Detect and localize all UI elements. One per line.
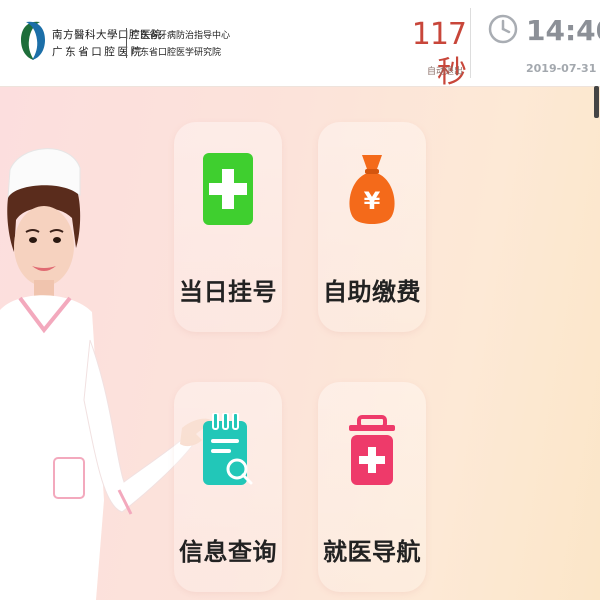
info-query-label: 信息查询 <box>179 538 277 566</box>
hospital-logo-icon <box>21 21 45 61</box>
money-bag-yen-icon: ¥ <box>349 155 395 224</box>
scrollbar-handle[interactable] <box>594 86 599 118</box>
registration-button[interactable]: 当日挂号 <box>174 122 282 332</box>
auto-exit-label: 自动退出 <box>426 67 463 77</box>
self-payment-button[interactable]: ¥ 自助缴费 <box>318 122 426 332</box>
current-time: 14:40 <box>526 14 600 47</box>
self-payment-label: 自助缴费 <box>323 278 421 306</box>
medical-kit-icon <box>349 415 395 485</box>
header-divider <box>470 8 471 78</box>
plus-cross-icon <box>203 153 253 225</box>
current-date: 2019-07-31 <box>526 62 597 75</box>
medical-navigation-label: 就医导航 <box>323 538 421 566</box>
clock-icon <box>488 14 518 44</box>
affiliation-2: 广东省口腔医学研究院 <box>131 48 222 58</box>
auto-exit-countdown: 117秒 <box>411 17 467 90</box>
affiliation-1: 广东省牙病防治指导中心 <box>131 31 231 41</box>
medical-navigation-button[interactable]: 就医导航 <box>318 382 426 592</box>
hospital-name-secondary: 广东省口腔医院 <box>52 46 144 58</box>
info-query-button[interactable]: 信息查询 <box>174 382 282 592</box>
logo-divider <box>126 28 127 58</box>
svg-text:¥: ¥ <box>364 187 381 215</box>
header-bar: 南方醫科大學口腔医院 广东省口腔医院 广东省牙病防治指导中心 广东省口腔医学研究… <box>0 0 600 90</box>
notepad-search-icon <box>203 413 253 485</box>
registration-label: 当日挂号 <box>179 278 277 306</box>
